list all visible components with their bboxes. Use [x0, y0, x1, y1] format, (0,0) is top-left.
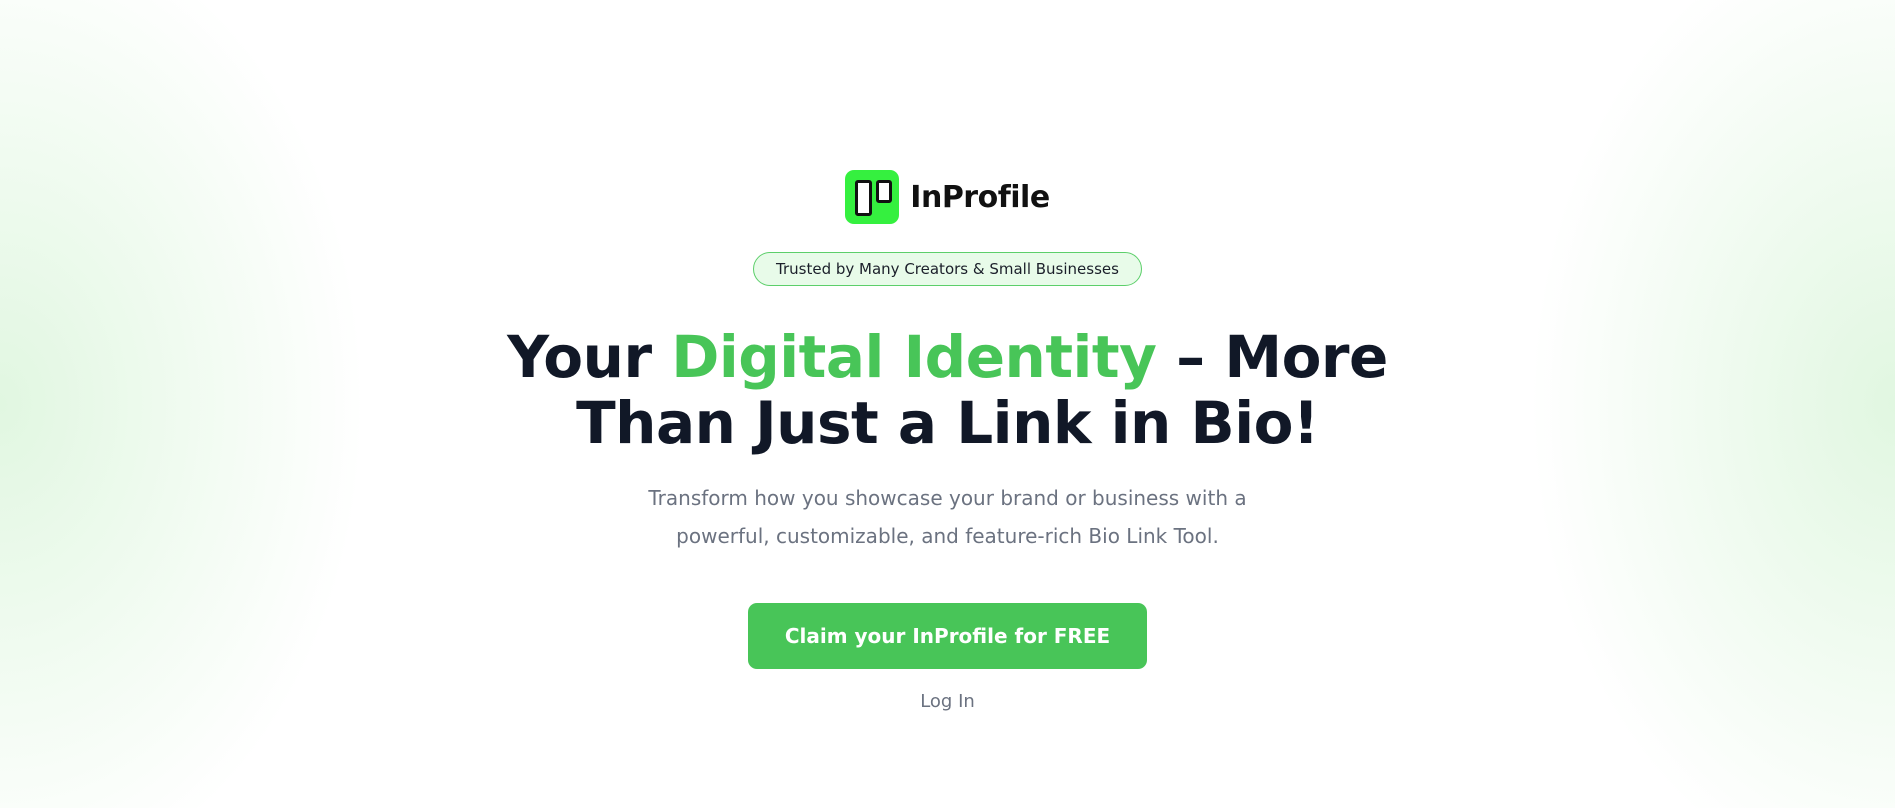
headline-part1: Your [507, 323, 672, 391]
inprofile-logo-icon [845, 170, 900, 224]
login-link[interactable]: Log In [920, 691, 975, 712]
logo-bar-short [876, 180, 893, 203]
claim-inprofile-button[interactable]: Claim your InProfile for FREE [747, 603, 1148, 669]
logo-bar-tall [855, 180, 873, 216]
trust-badge-text: Trusted by Many Creators & Small Busines… [776, 260, 1119, 278]
trust-badge: Trusted by Many Creators & Small Busines… [753, 252, 1142, 286]
hero-section: InProfile Trusted by Many Creators & Sma… [0, 0, 1895, 808]
headline-accent: Digital Identity [671, 323, 1157, 391]
hero-subtitle: Transform how you showcase your brand or… [648, 486, 1247, 548]
brand-name: InProfile [910, 179, 1050, 215]
brand-header[interactable]: InProfile [845, 169, 1050, 225]
hero-headline: Your Digital Identity – More Than Just a… [458, 324, 1438, 456]
